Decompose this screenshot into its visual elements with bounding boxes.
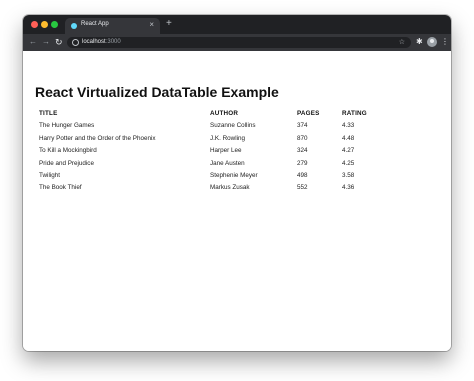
- address-bar[interactable]: localhost:3000 ☆: [67, 37, 411, 48]
- page-content: React Virtualized DataTable Example TITL…: [23, 51, 451, 351]
- cell-title: The Hunger Games: [39, 122, 95, 130]
- header-rating[interactable]: RATING: [342, 109, 367, 118]
- cell-pages: 870: [297, 134, 308, 142]
- cell-rating: 4.25: [342, 159, 355, 167]
- tab-react-app[interactable]: React App ×: [65, 18, 160, 34]
- tab-title: React App: [81, 21, 109, 27]
- zoom-icon[interactable]: [51, 21, 58, 28]
- cell-title: Twilight: [39, 171, 60, 179]
- menu-icon[interactable]: ⋮: [441, 36, 449, 48]
- info-icon[interactable]: [72, 39, 79, 46]
- table-row[interactable]: Twilight Stephenie Meyer 498 3.58: [39, 171, 399, 183]
- cell-author: Markus Zusak: [210, 184, 250, 192]
- data-table: TITLE AUTHOR PAGES RATING The Hunger Gam…: [39, 109, 399, 196]
- cell-rating: 3.58: [342, 171, 355, 179]
- cell-author: Jane Austen: [210, 159, 245, 167]
- cell-rating: 4.36: [342, 184, 355, 192]
- forward-icon[interactable]: →: [42, 36, 50, 48]
- cell-rating: 4.27: [342, 147, 355, 155]
- browser-toolbar: ← → ↻ localhost:3000 ☆ ✱ ⋮: [23, 34, 451, 51]
- cell-author: Suzanne Collins: [210, 122, 256, 130]
- cell-title: The Book Thief: [39, 184, 82, 192]
- cell-pages: 279: [297, 159, 308, 167]
- header-title[interactable]: TITLE: [39, 109, 58, 118]
- table-row[interactable]: The Hunger Games Suzanne Collins 374 4.3…: [39, 121, 399, 133]
- header-pages[interactable]: PAGES: [297, 109, 320, 118]
- cell-title: Harry Potter and the Order of the Phoeni…: [39, 134, 156, 142]
- extensions-icon[interactable]: ✱: [416, 36, 423, 48]
- table-header-row: TITLE AUTHOR PAGES RATING: [39, 109, 399, 121]
- cell-pages: 324: [297, 147, 308, 155]
- table-row[interactable]: To Kill a Mockingbird Harper Lee 324 4.2…: [39, 146, 399, 158]
- cell-author: Harper Lee: [210, 147, 242, 155]
- table-row[interactable]: Pride and Prejudice Jane Austen 279 4.25: [39, 159, 399, 171]
- cell-rating: 4.33: [342, 122, 355, 130]
- avatar[interactable]: [427, 37, 437, 47]
- tab-bar: React App × +: [23, 15, 451, 34]
- minimize-icon[interactable]: [41, 21, 48, 28]
- browser-window: React App × + ← → ↻ localhost:3000 ☆ ✱ ⋮…: [23, 15, 451, 351]
- cell-rating: 4.48: [342, 134, 355, 142]
- table-row[interactable]: Harry Potter and the Order of the Phoeni…: [39, 134, 399, 146]
- close-window-icon[interactable]: [31, 21, 38, 28]
- star-icon[interactable]: ☆: [399, 38, 405, 47]
- header-author[interactable]: AUTHOR: [210, 109, 238, 118]
- cell-title: To Kill a Mockingbird: [39, 147, 97, 155]
- url-host: localhost: [82, 39, 106, 45]
- cell-pages: 552: [297, 184, 308, 192]
- table-row[interactable]: The Book Thief Markus Zusak 552 4.36: [39, 183, 399, 195]
- cell-pages: 498: [297, 171, 308, 179]
- reload-icon[interactable]: ↻: [55, 36, 63, 48]
- tab-close-icon[interactable]: ×: [149, 20, 154, 30]
- page-title: React Virtualized DataTable Example: [35, 84, 279, 100]
- react-favicon-icon: [71, 23, 77, 29]
- back-icon[interactable]: ←: [29, 36, 37, 48]
- new-tab-button[interactable]: +: [166, 17, 172, 31]
- url-port: :3000: [105, 39, 121, 45]
- url-text[interactable]: localhost:3000: [82, 39, 121, 46]
- cell-pages: 374: [297, 122, 308, 130]
- cell-author: J.K. Rowling: [210, 134, 245, 142]
- cell-title: Pride and Prejudice: [39, 159, 94, 167]
- cell-author: Stephenie Meyer: [210, 171, 258, 179]
